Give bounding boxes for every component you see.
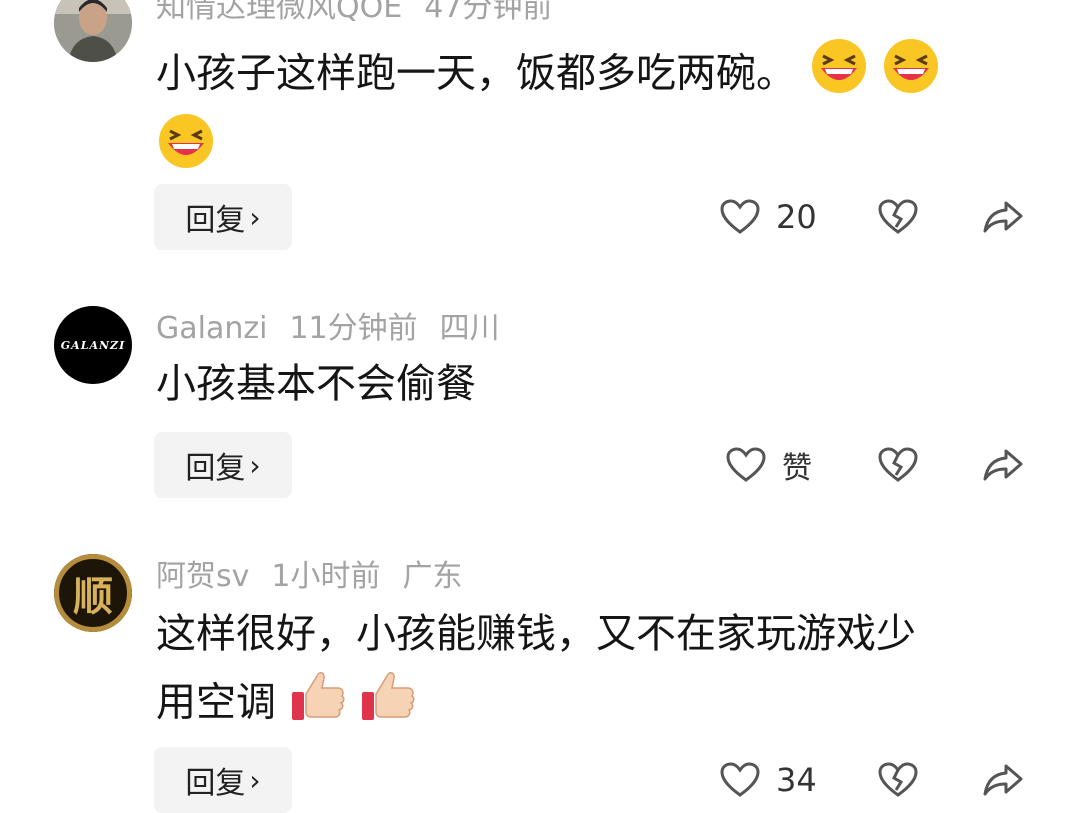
like-button[interactable]: 赞 [726,432,812,498]
comment-body: 小孩基本不会偷餐 [156,361,476,407]
comment-actions: 赞 [0,432,1080,498]
share-arrow-icon [983,764,1023,796]
share-button[interactable] [982,432,1024,498]
share-button[interactable] [982,747,1024,813]
broken-heart-icon [878,762,918,797]
heart-outline-icon [720,762,760,797]
broken-heart-icon [878,199,918,234]
comment-body: 小孩子这样跑一天，饭都多吃两碗。 [156,50,796,97]
like-count: 赞 [782,451,812,486]
heart-outline-icon [726,447,766,482]
comment-actions: 20 [0,184,1080,250]
share-arrow-icon [983,449,1023,481]
laughing-face-emoji [881,38,941,113]
dislike-button[interactable] [878,184,918,250]
avatar[interactable]: GALANZI [54,306,132,384]
like-button[interactable]: 20 [720,184,817,250]
timestamp: 11分钟前 [289,311,418,346]
like-button[interactable]: 34 [720,747,817,813]
laughing-face-emoji [156,113,216,188]
timestamp: 1小时前 [271,559,381,594]
dislike-button[interactable] [878,432,918,498]
comment-text: 这样很好，小孩能赚钱，又不在家玩游戏少 用空调 [156,602,1026,743]
avatar[interactable] [54,0,132,62]
comment-actions: 34 [0,747,1080,813]
heart-outline-icon [720,199,760,234]
avatar-logo-text: GALANZI [60,338,126,352]
comment-text: 小孩基本不会偷餐 [156,352,1026,416]
timestamp: 47分钟前 [424,0,553,25]
share-arrow-icon [983,201,1023,233]
laughing-face-emoji [809,38,869,113]
username[interactable]: Galanzi [156,311,267,346]
avatar-logo-text: 顺 [54,554,132,632]
thumbs-up-emoji [359,666,417,743]
comment-body-line1: 这样很好，小孩能赚钱，又不在家玩游戏少 [156,611,916,657]
username[interactable]: 知情达理微风QOE [156,0,402,25]
broken-heart-icon [878,447,918,482]
comment-body-line2: 用空调 [156,679,276,726]
thumbs-up-emoji [289,666,347,743]
avatar[interactable]: 顺 [54,554,132,632]
dislike-button[interactable] [878,747,918,813]
comment-meta: 知情达理微风QOE 47分钟前 [156,0,574,28]
username[interactable]: 阿贺sv [156,559,249,594]
location: 四川 [439,311,500,346]
like-count: 34 [776,761,817,799]
share-button[interactable] [982,184,1024,250]
location: 广东 [402,559,463,594]
comment-text: 小孩子这样跑一天，饭都多吃两碗。 [156,38,1026,188]
comment-meta: 阿贺sv 1小时前 广东 [156,557,484,597]
like-count: 20 [776,198,817,236]
comment-meta: Galanzi 11分钟前 四川 [156,309,522,349]
